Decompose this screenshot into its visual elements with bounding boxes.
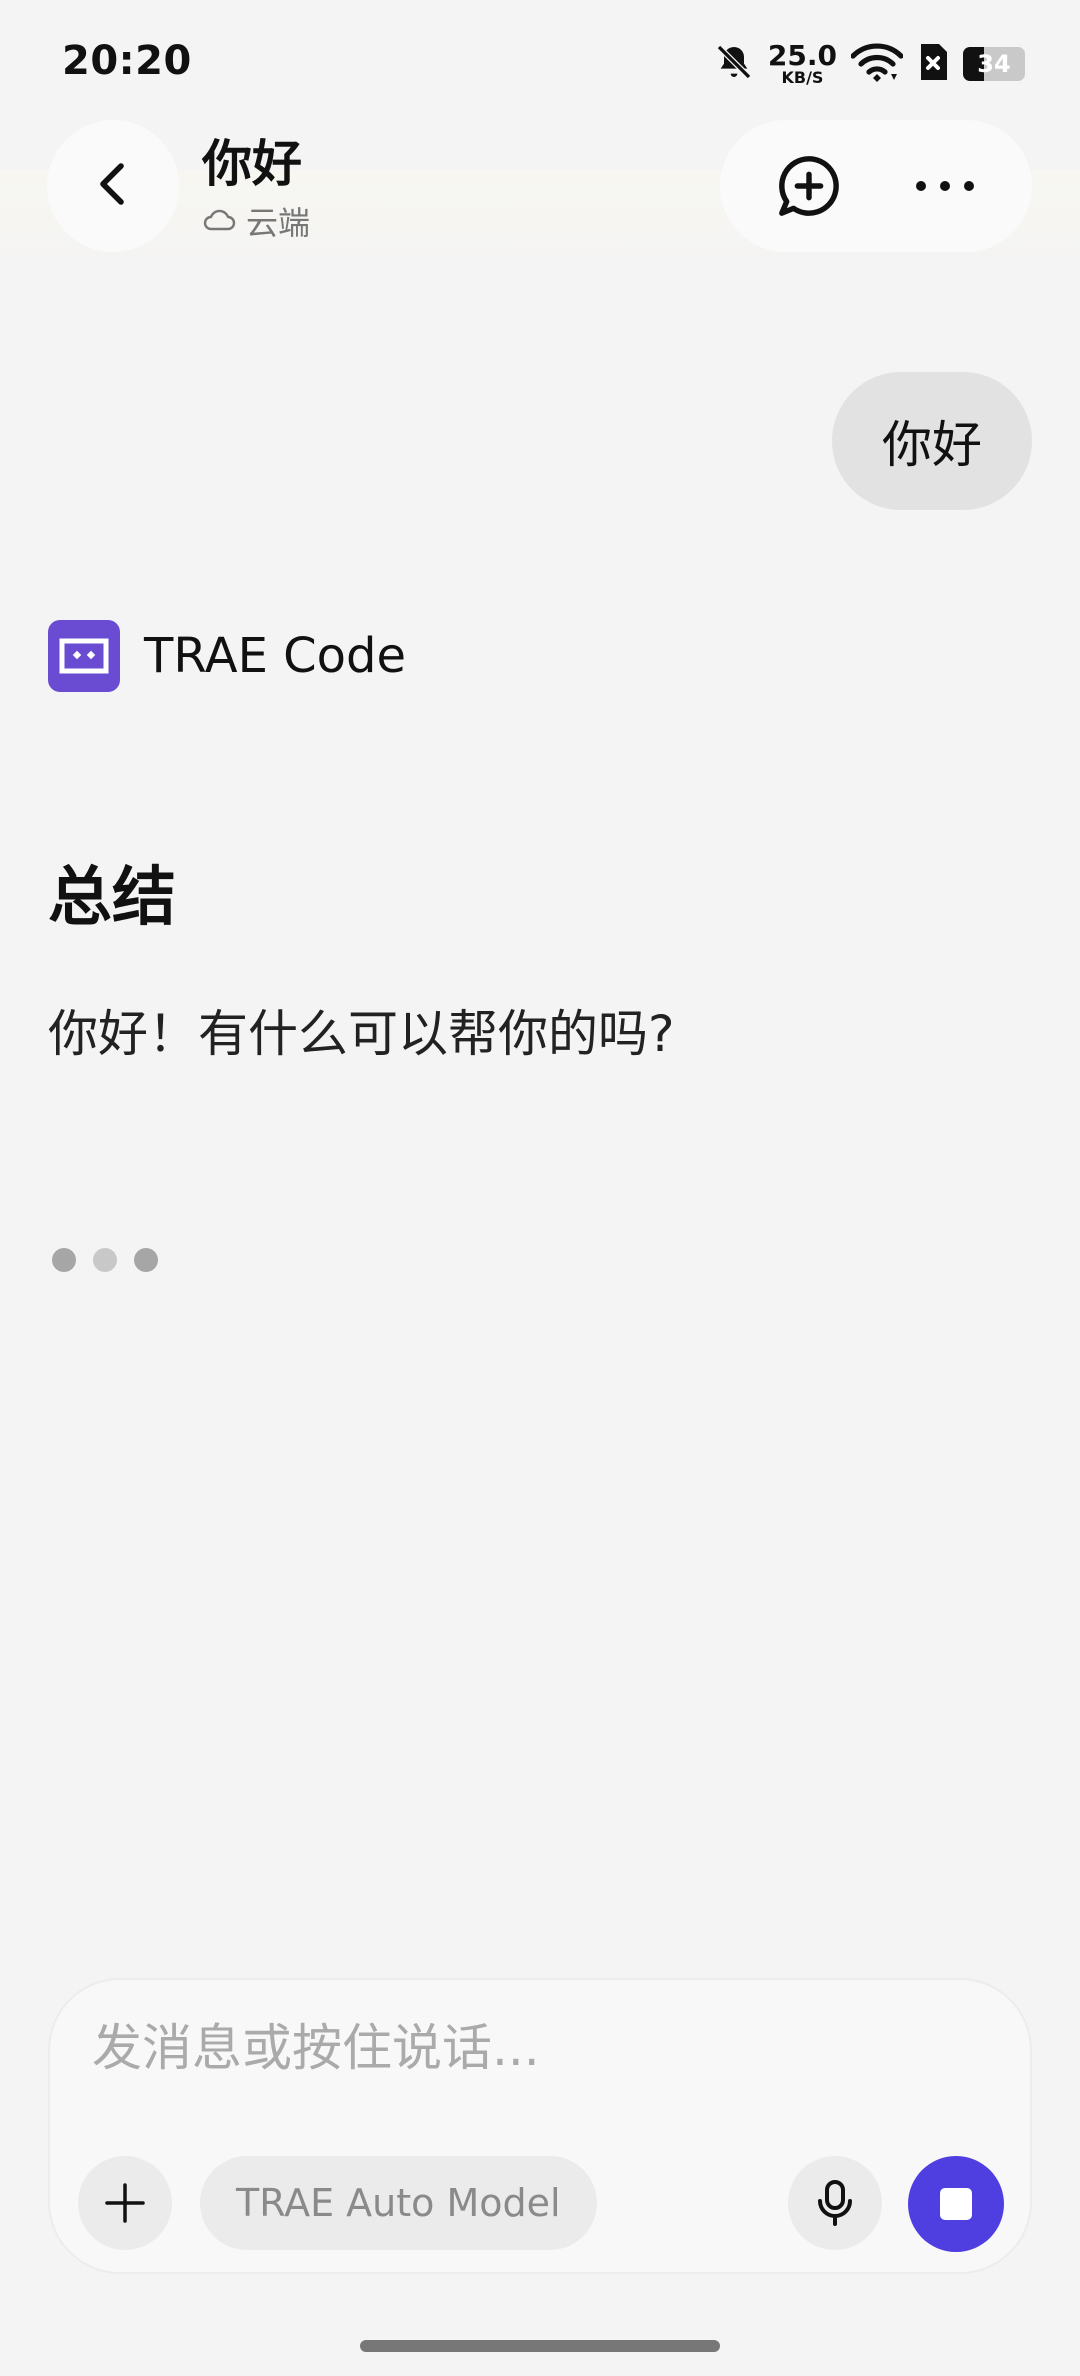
back-button[interactable] bbox=[47, 120, 179, 252]
message-composer: TRAE Auto Model bbox=[48, 1978, 1032, 2274]
bell-off-icon bbox=[714, 42, 754, 86]
chevron-left-icon bbox=[93, 160, 133, 212]
plus-icon bbox=[105, 2183, 145, 2223]
sim-blocked-icon bbox=[917, 42, 949, 86]
agent-name: TRAE Code bbox=[144, 628, 407, 684]
voice-button[interactable] bbox=[788, 2156, 882, 2250]
more-horizontal-icon bbox=[915, 181, 974, 191]
battery-icon: 34 bbox=[963, 47, 1025, 81]
typing-dot bbox=[52, 1248, 76, 1272]
network-speed-value: 25.0 bbox=[767, 39, 837, 72]
attach-button[interactable] bbox=[78, 2156, 172, 2250]
agent-logo bbox=[48, 620, 120, 692]
wifi-icon bbox=[850, 42, 904, 86]
message-input[interactable] bbox=[90, 2018, 974, 2078]
status-time: 20:20 bbox=[62, 38, 192, 84]
home-indicator[interactable] bbox=[360, 2340, 720, 2352]
network-speed: 25.0 KB/S bbox=[768, 42, 837, 86]
header-actions bbox=[720, 120, 1032, 252]
microphone-icon bbox=[818, 2180, 852, 2226]
user-message-bubble: 你好 bbox=[832, 372, 1032, 510]
network-speed-unit: KB/S bbox=[781, 68, 824, 87]
battery: 34 bbox=[963, 47, 1025, 81]
status-icons: 25.0 KB/S 34 bbox=[714, 38, 1025, 90]
battery-level: 34 bbox=[977, 50, 1011, 78]
agent-reply: 你好！有什么可以帮你的吗? bbox=[48, 1005, 675, 1063]
new-chat-icon bbox=[778, 156, 839, 216]
trae-logo-icon bbox=[59, 638, 109, 674]
chat-title: 你好 bbox=[202, 135, 302, 193]
stop-icon bbox=[940, 2188, 972, 2220]
more-button[interactable] bbox=[913, 176, 977, 196]
typing-dot bbox=[134, 1248, 158, 1272]
chat-location-label: 云端 bbox=[246, 204, 311, 242]
chat-location: 云端 bbox=[202, 198, 310, 244]
stop-button[interactable] bbox=[908, 2156, 1004, 2252]
new-chat-button[interactable] bbox=[776, 153, 842, 219]
summary-heading: 总结 bbox=[48, 861, 176, 935]
agent-header: TRAE Code bbox=[48, 620, 406, 692]
typing-indicator bbox=[52, 1248, 158, 1272]
cloud-icon bbox=[202, 202, 236, 240]
typing-dot bbox=[93, 1248, 117, 1272]
model-selector[interactable]: TRAE Auto Model bbox=[200, 2156, 597, 2250]
